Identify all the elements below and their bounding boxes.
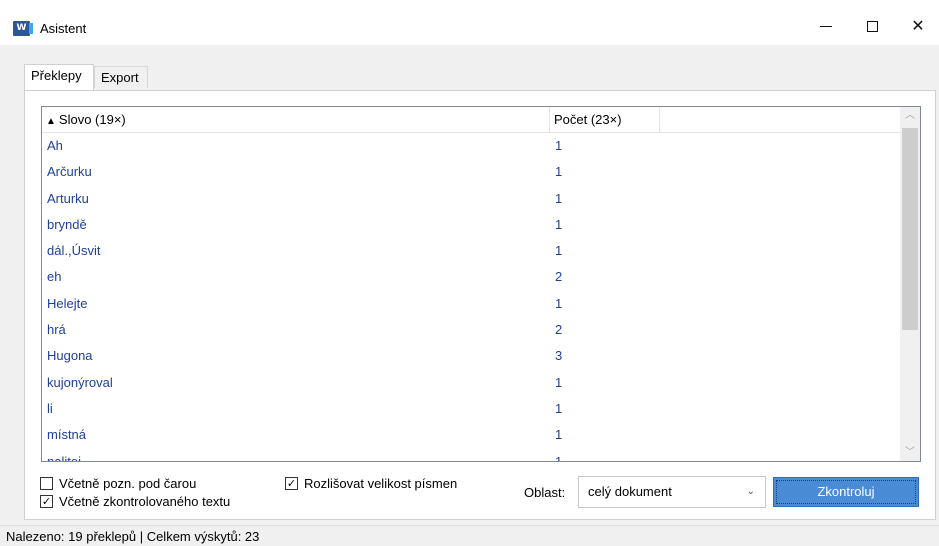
list-item[interactable]: Ah 1 bbox=[42, 133, 900, 159]
count-cell: 3 bbox=[555, 348, 563, 364]
scope-selected-value: celý dokument bbox=[588, 484, 672, 499]
chevron-down-icon: ⌄ bbox=[746, 486, 755, 497]
minimize-button[interactable] bbox=[803, 10, 849, 42]
list-item[interactable]: nalitej 1 bbox=[42, 449, 900, 462]
checkbox-checked-icon: ✓ bbox=[40, 495, 53, 509]
word-cell: nalitej bbox=[47, 453, 81, 462]
footnotes-checkbox[interactable]: Včetně pozn. pod čarou bbox=[40, 476, 196, 492]
case-sensitive-label: Rozlišovat velikost písmen bbox=[304, 476, 458, 491]
count-cell: 1 bbox=[555, 400, 563, 416]
word-cell: kujonýroval bbox=[47, 374, 113, 390]
list-header: ▲ Slovo (19×) Počet (23×) bbox=[42, 107, 900, 133]
scope-label: Oblast: bbox=[524, 485, 566, 500]
word-cell: Arčurku bbox=[47, 164, 92, 180]
status-bar: Nalezeno: 19 překlepů | Celkem výskytů: … bbox=[0, 525, 939, 546]
scroll-up-icon[interactable]: ︿ bbox=[900, 107, 920, 124]
count-cell: 1 bbox=[555, 374, 563, 390]
list-item[interactable]: eh 2 bbox=[42, 264, 900, 290]
count-cell: 1 bbox=[555, 427, 563, 443]
word-cell: Arturku bbox=[47, 190, 89, 206]
word-cell: Helejte bbox=[47, 295, 88, 311]
word-cell: li bbox=[47, 400, 53, 416]
word-app-icon: W bbox=[13, 21, 33, 36]
tab-export[interactable]: Export bbox=[94, 66, 148, 88]
checkbox-checked-icon: ✓ bbox=[285, 477, 298, 491]
list-item[interactable]: dál.,Úsvit 1 bbox=[42, 238, 900, 264]
scope-dropdown[interactable]: celý dokument ⌄ bbox=[578, 476, 766, 508]
checkbox-unchecked-icon bbox=[40, 477, 53, 491]
checked-text-checkbox[interactable]: ✓ Včetně zkontrolovaného textu bbox=[40, 494, 230, 510]
list-item[interactable]: kujonýroval 1 bbox=[42, 370, 900, 396]
checked-text-label: Včetně zkontrolovaného textu bbox=[59, 494, 231, 509]
count-cell: 1 bbox=[555, 295, 563, 311]
count-cell: 1 bbox=[555, 164, 563, 180]
close-button[interactable]: ✕ bbox=[895, 10, 939, 42]
column-header-word-label: Slovo (19×) bbox=[58, 112, 126, 127]
scrollbar-thumb[interactable] bbox=[902, 128, 918, 330]
misspellings-list[interactable]: ▲ Slovo (19×) Počet (23×) Ah 1 Arčurku 1 Ar… bbox=[41, 106, 921, 462]
count-cell: 2 bbox=[555, 269, 563, 285]
column-header-count[interactable]: Počet (23×) bbox=[550, 107, 660, 132]
list-rows: Ah 1 Arčurku 1 Arturku 1 bryndě 1 dál.,Úsvit… bbox=[42, 133, 900, 462]
word-cell: Hugona bbox=[47, 348, 93, 364]
case-sensitive-checkbox[interactable]: ✓ Rozlišovat velikost písmen bbox=[285, 476, 457, 492]
count-cell: 1 bbox=[555, 190, 563, 206]
list-item[interactable]: Helejte 1 bbox=[42, 291, 900, 317]
scroll-down-icon[interactable]: ﹀ bbox=[900, 444, 920, 461]
column-header-filler bbox=[660, 107, 900, 132]
word-cell: místná bbox=[47, 427, 87, 443]
list-item[interactable]: hrá 2 bbox=[42, 317, 900, 343]
word-cell: Ah bbox=[47, 138, 63, 153]
check-button[interactable]: Zkontroluj bbox=[773, 477, 919, 507]
maximize-button[interactable] bbox=[849, 10, 895, 42]
word-cell: bryndě bbox=[47, 216, 87, 232]
word-cell: hrá bbox=[47, 322, 66, 338]
word-cell: eh bbox=[47, 269, 62, 285]
close-icon: ✕ bbox=[911, 16, 925, 35]
tab-preklepy[interactable]: Překlepy bbox=[24, 64, 94, 90]
maximize-icon bbox=[866, 21, 878, 32]
list-item[interactable]: bryndě 1 bbox=[42, 212, 900, 238]
list-item[interactable]: Hugona 3 bbox=[42, 343, 900, 369]
vertical-scrollbar[interactable]: ︿ ﹀ bbox=[900, 107, 920, 461]
sort-ascending-icon: ▲ bbox=[46, 116, 56, 127]
column-header-word[interactable]: ▲ Slovo (19×) bbox=[42, 107, 550, 132]
count-cell: 1 bbox=[555, 138, 563, 153]
list-item[interactable]: li 1 bbox=[42, 396, 900, 422]
count-cell: 2 bbox=[555, 322, 563, 338]
title-bar[interactable]: W Asistent ✕ bbox=[0, 0, 939, 38]
minimize-icon bbox=[820, 26, 832, 27]
footnotes-label: Včetně pozn. pod čarou bbox=[59, 476, 197, 491]
window-title: Asistent bbox=[40, 21, 87, 36]
status-text: Nalezeno: 19 překlepů | Celkem výskytů: … bbox=[6, 529, 260, 544]
list-item[interactable]: místná 1 bbox=[42, 422, 900, 448]
count-cell: 1 bbox=[555, 216, 563, 232]
count-cell: 1 bbox=[555, 243, 563, 259]
word-cell: dál.,Úsvit bbox=[47, 243, 101, 259]
list-item[interactable]: Arturku 1 bbox=[42, 186, 900, 212]
count-cell: 1 bbox=[555, 453, 563, 462]
list-item[interactable]: Arčurku 1 bbox=[42, 159, 900, 185]
